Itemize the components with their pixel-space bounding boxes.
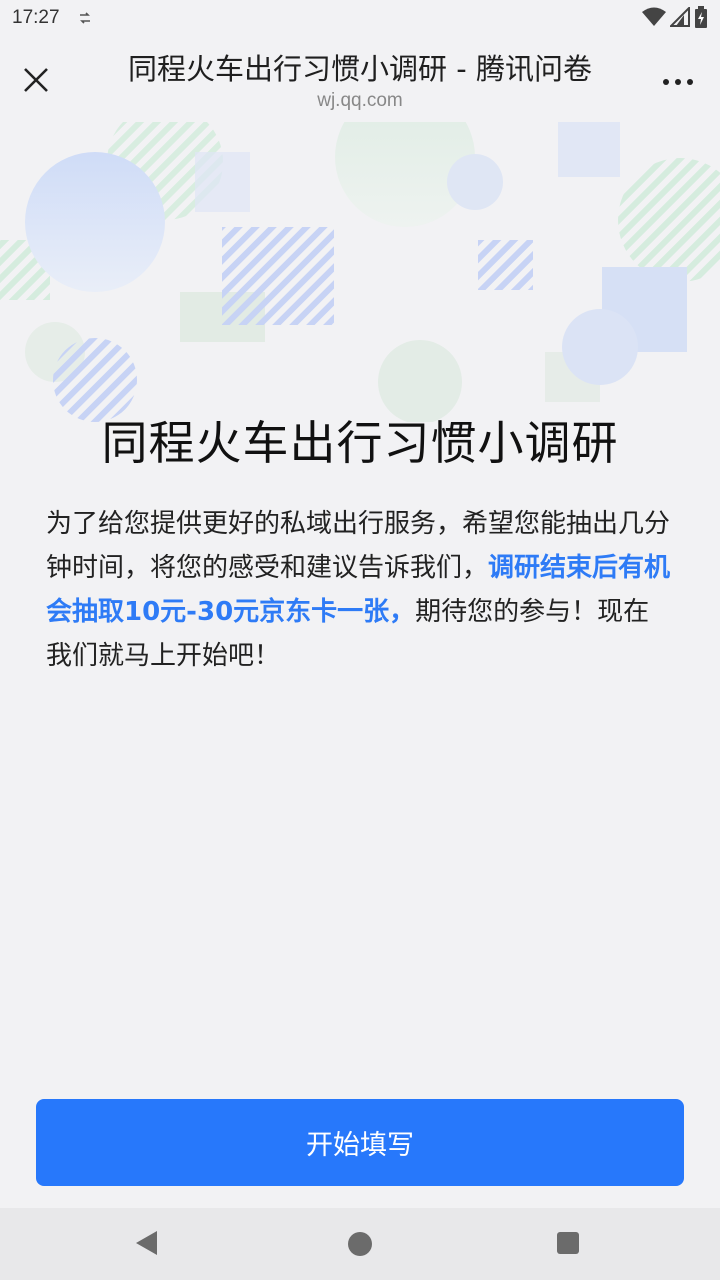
more-dot-icon	[675, 79, 681, 85]
status-icons	[642, 5, 708, 32]
wifi-icon	[642, 7, 666, 31]
close-icon	[24, 68, 48, 92]
webview-titlebar: 同程火车出行习惯小调研 - 腾讯问卷 wj.qq.com	[0, 36, 720, 122]
sync-icon	[78, 10, 92, 29]
start-survey-button[interactable]: 开始填写	[36, 1099, 684, 1186]
battery-icon	[694, 6, 708, 32]
home-icon[interactable]	[348, 1232, 372, 1256]
decorative-banner	[0, 122, 720, 422]
signal-icon	[668, 5, 690, 31]
more-dot-icon	[663, 79, 669, 85]
survey-page: 同程火车出行习惯小调研 为了给您提供更好的私域出行服务，希望您能抽出几分钟时间，…	[0, 122, 720, 1208]
close-button[interactable]	[14, 58, 58, 102]
back-icon[interactable]	[135, 1230, 159, 1256]
status-time: 17:27	[12, 7, 60, 28]
survey-title: 同程火车出行习惯小调研	[101, 416, 619, 470]
page-url: wj.qq.com	[317, 90, 403, 111]
more-dot-icon	[687, 79, 693, 85]
status-bar: 17:27	[0, 0, 720, 36]
recent-apps-icon[interactable]	[557, 1232, 579, 1254]
survey-description: 为了给您提供更好的私域出行服务，希望您能抽出几分钟时间，将您的感受和建议告诉我们…	[46, 502, 672, 678]
more-options-button[interactable]	[656, 62, 700, 102]
system-navigation-bar	[0, 1208, 720, 1280]
page-title: 同程火车出行习惯小调研 - 腾讯问卷	[128, 52, 592, 86]
